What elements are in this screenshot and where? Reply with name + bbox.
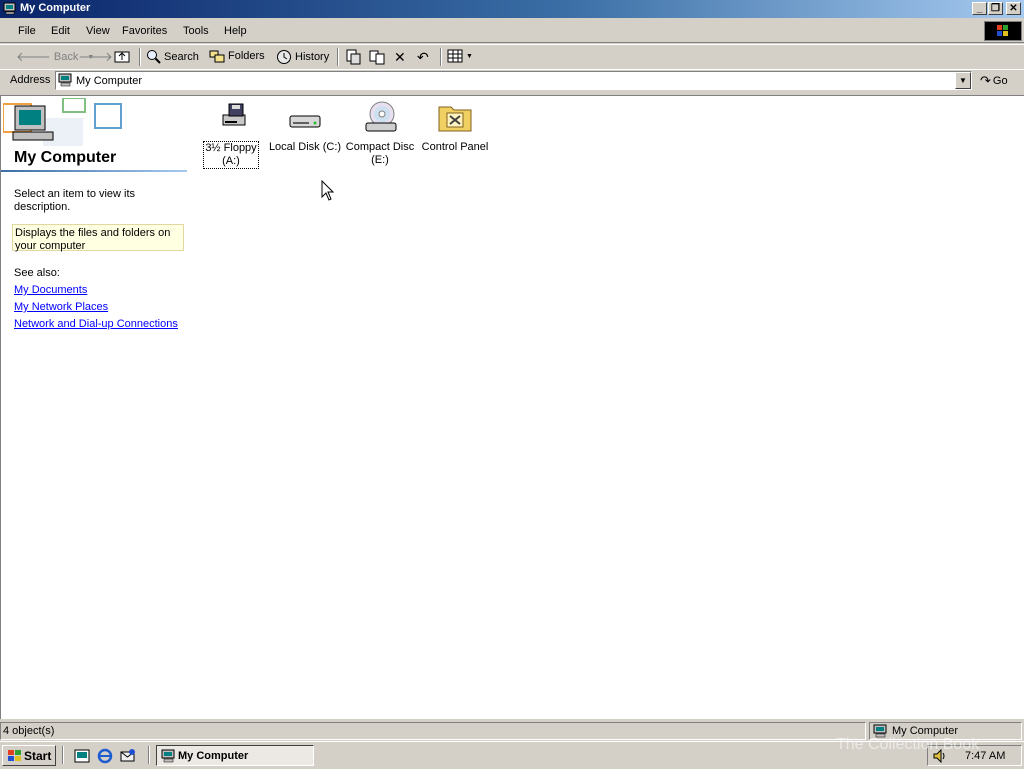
cd-drive-icon bbox=[365, 101, 397, 132]
link-network-dialup-connections[interactable]: Network and Dial-up Connections bbox=[14, 318, 178, 330]
menu-tools[interactable]: Tools bbox=[183, 25, 209, 37]
select-item-hint: Select an item to view its description. bbox=[14, 188, 136, 213]
undo-icon: ↶ bbox=[417, 49, 429, 65]
item-floppy-drive[interactable]: 3½ Floppy (A:) bbox=[193, 101, 269, 169]
menu-file[interactable]: File bbox=[18, 25, 36, 37]
chevron-down-icon: ▼ bbox=[959, 76, 967, 85]
history-button[interactable]: History bbox=[276, 49, 329, 65]
search-icon bbox=[147, 50, 161, 64]
link-my-documents[interactable]: My Documents bbox=[14, 284, 87, 296]
restore-button[interactable]: ❐ bbox=[988, 2, 1003, 15]
undo-button[interactable]: ↶ bbox=[417, 49, 429, 66]
window-title: My Computer bbox=[20, 2, 91, 14]
back-label: Back bbox=[53, 51, 79, 63]
search-button[interactable]: Search bbox=[146, 49, 199, 64]
outlook-express-icon[interactable] bbox=[120, 748, 136, 764]
search-label: Search bbox=[164, 50, 199, 63]
address-input[interactable]: My Computer ▼ bbox=[55, 71, 972, 90]
copy-to-button[interactable] bbox=[369, 49, 385, 65]
my-computer-icon bbox=[58, 73, 72, 87]
address-label: Address bbox=[10, 74, 51, 86]
menu-view[interactable]: View bbox=[86, 25, 110, 37]
standard-toolbar: 🡐 Back ▼ 🡒 ▼ Search Folders History bbox=[0, 44, 1024, 70]
status-left: 4 object(s) bbox=[0, 722, 866, 740]
info-pane: My Computer Select an item to view its d… bbox=[1, 96, 191, 716]
title-bar[interactable]: My Computer _ ❐ ✕ bbox=[0, 0, 1024, 18]
content-area: My Computer Select an item to view its d… bbox=[0, 95, 1024, 719]
address-dropdown-button[interactable]: ▼ bbox=[955, 72, 971, 89]
item-compact-disc[interactable]: Compact Disc (E:) bbox=[342, 101, 418, 167]
control-panel-icon bbox=[438, 106, 472, 132]
history-label: History bbox=[295, 51, 330, 63]
restore-icon: ❐ bbox=[991, 3, 1000, 14]
taskbar-separator bbox=[62, 746, 64, 764]
my-computer-icon bbox=[161, 749, 175, 763]
chevron-down-icon: ▼ bbox=[466, 52, 473, 60]
taskbar-separator bbox=[148, 746, 150, 764]
menu-favorites[interactable]: Favorites bbox=[122, 25, 167, 37]
views-icon bbox=[447, 49, 463, 63]
taskbar-window-my-computer[interactable]: My Computer bbox=[156, 745, 314, 766]
watermark: The Collection Book bbox=[836, 736, 980, 753]
taskbar-window-label: My Computer bbox=[178, 750, 249, 762]
windows-logo-icon bbox=[984, 21, 1022, 41]
copy-to-icon bbox=[369, 50, 385, 65]
close-button[interactable]: ✕ bbox=[1006, 2, 1021, 15]
info-pane-title: My Computer bbox=[14, 149, 117, 166]
address-bar: Address My Computer ▼ ↷ Go bbox=[0, 69, 1024, 92]
item-label: 3½ Floppy (A:) bbox=[203, 141, 259, 169]
see-also-label: See also: bbox=[14, 267, 60, 279]
item-label: Control Panel bbox=[421, 141, 489, 153]
start-label: Start bbox=[24, 749, 52, 763]
go-button[interactable]: ↷ Go bbox=[980, 73, 1008, 89]
close-icon: ✕ bbox=[1009, 3, 1018, 14]
item-control-panel[interactable]: Control Panel bbox=[417, 101, 493, 154]
delete-button[interactable]: ✕ bbox=[394, 49, 406, 66]
floppy-drive-icon bbox=[222, 103, 246, 126]
back-arrow-icon: 🡐 bbox=[16, 49, 51, 64]
mouse-cursor-icon bbox=[321, 180, 335, 201]
minimize-icon: _ bbox=[976, 3, 983, 14]
object-count: 4 object(s) bbox=[3, 725, 55, 737]
folder-up-icon bbox=[114, 51, 130, 63]
windows-flag-icon bbox=[8, 750, 21, 761]
move-to-button[interactable] bbox=[345, 49, 361, 65]
go-label: Go bbox=[992, 75, 1008, 87]
folders-button[interactable]: Folders bbox=[209, 49, 265, 63]
menu-bar: File Edit View Favorites Tools Help bbox=[0, 20, 1024, 43]
address-value: My Computer bbox=[76, 75, 143, 87]
info-pane-divider bbox=[1, 170, 187, 172]
folders-label: Folders bbox=[228, 50, 265, 62]
item-description: Displays the files and folders on your c… bbox=[12, 224, 184, 252]
hard-disk-icon bbox=[289, 115, 321, 128]
history-icon bbox=[277, 50, 291, 64]
start-button[interactable]: Start bbox=[2, 745, 56, 766]
forward-arrow-icon: 🡒 bbox=[78, 49, 113, 64]
toolbar-separator bbox=[139, 48, 141, 66]
minimize-button[interactable]: _ bbox=[972, 2, 987, 15]
link-my-network-places[interactable]: My Network Places bbox=[14, 301, 108, 313]
internet-explorer-icon[interactable] bbox=[97, 748, 113, 764]
folders-icon bbox=[209, 50, 225, 63]
my-computer-banner-icon bbox=[3, 98, 122, 146]
my-computer-icon bbox=[3, 2, 16, 15]
move-to-icon bbox=[346, 49, 361, 65]
item-label: Local Disk (C:) bbox=[268, 141, 342, 153]
views-button[interactable]: ▼ bbox=[447, 49, 473, 63]
item-local-disk[interactable]: Local Disk (C:) bbox=[267, 101, 343, 154]
menu-help[interactable]: Help bbox=[224, 25, 247, 37]
show-desktop-icon[interactable] bbox=[74, 748, 90, 764]
up-button[interactable] bbox=[114, 49, 130, 63]
item-label: Compact Disc (E:) bbox=[345, 141, 415, 166]
delete-icon: ✕ bbox=[394, 49, 406, 65]
toolbar-separator bbox=[337, 48, 339, 66]
go-arrow-icon: ↷ bbox=[980, 73, 991, 88]
menu-edit[interactable]: Edit bbox=[51, 25, 70, 37]
toolbar-separator bbox=[440, 48, 442, 66]
